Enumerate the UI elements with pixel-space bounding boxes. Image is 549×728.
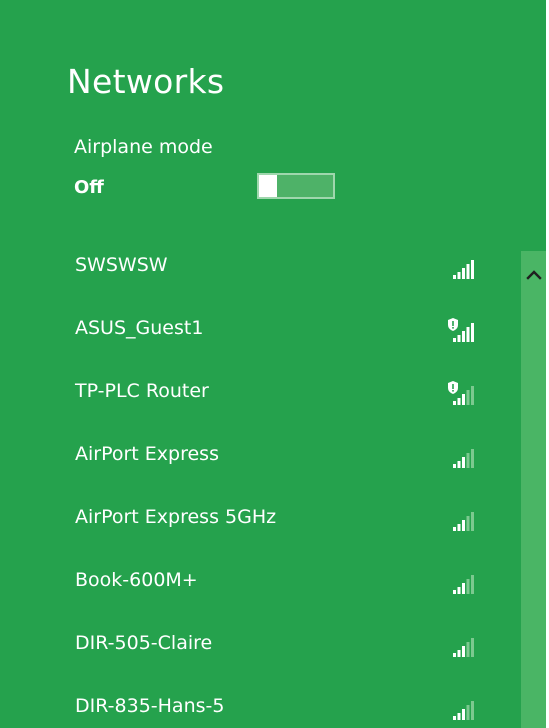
signal-bar [471, 701, 474, 720]
network-item-asus-guest1[interactable]: ASUS_Guest1 [0, 301, 520, 357]
signal-bar [457, 524, 461, 531]
signal-bar [466, 516, 470, 531]
signal-bar [462, 709, 465, 720]
signal-bar [457, 398, 461, 405]
wifi-signal-icon [453, 638, 474, 657]
chevron-up-icon [526, 270, 542, 280]
signal-bar [457, 335, 461, 342]
scrollbar[interactable] [521, 251, 546, 728]
toggle-thumb [259, 175, 277, 197]
wifi-signal-shield-icon [448, 381, 474, 405]
signal-bar [453, 464, 456, 468]
network-item-dir-505-claire[interactable]: DIR-505-Claire [0, 616, 520, 672]
signal-bar [457, 461, 461, 468]
signal-bar [462, 457, 465, 468]
signal-bar [466, 453, 470, 468]
signal-bar [462, 583, 465, 594]
wifi-signal-icon [453, 575, 474, 594]
network-item-dir-835-hans-5[interactable]: DIR-835-Hans-5 [0, 679, 520, 728]
signal-bar [471, 386, 474, 405]
signal-bar [466, 579, 470, 594]
signal-bar [453, 527, 456, 531]
signal-bar [453, 590, 456, 594]
network-name: Book-600M+ [75, 569, 198, 591]
signal-bar [466, 327, 470, 342]
signal-bar [453, 653, 456, 657]
page-title: Networks [67, 62, 225, 101]
signal-bar [457, 650, 461, 657]
signal-bar [466, 642, 470, 657]
airplane-mode-toggle[interactable] [257, 173, 335, 199]
signal-bar [462, 331, 465, 342]
network-name: ASUS_Guest1 [75, 317, 204, 339]
networks-panel: Networks Airplane mode Off SWSWSW ASUS_G… [0, 0, 549, 728]
signal-bar [471, 512, 474, 531]
wifi-signal-icon [453, 701, 474, 720]
signal-bar [453, 338, 456, 342]
wifi-signal-icon [453, 512, 474, 531]
network-item-airport-express-5ghz[interactable]: AirPort Express 5GHz [0, 490, 520, 546]
signal-bar [462, 268, 465, 279]
scroll-up-button[interactable] [521, 262, 546, 288]
signal-bar [466, 390, 470, 405]
airplane-mode-state: Off [74, 177, 104, 198]
network-name: SWSWSW [75, 254, 168, 276]
signal-bar [462, 394, 465, 405]
wifi-signal-icon [453, 449, 474, 468]
signal-bar [457, 587, 461, 594]
signal-bar [453, 716, 456, 720]
signal-bar [453, 401, 456, 405]
signal-bar [471, 575, 474, 594]
signal-bar [471, 638, 474, 657]
network-item-swswsw[interactable]: SWSWSW [0, 238, 520, 294]
signal-bar [466, 264, 470, 279]
network-name: AirPort Express 5GHz [75, 506, 277, 528]
signal-bar [457, 713, 461, 720]
network-item-book-600m[interactable]: Book-600M+ [0, 553, 520, 609]
signal-bar [457, 272, 461, 279]
wifi-signal-shield-icon [448, 318, 474, 342]
signal-bar [453, 275, 456, 279]
signal-bar [471, 323, 474, 342]
signal-bar [462, 646, 465, 657]
network-name: DIR-505-Claire [75, 632, 213, 654]
signal-bar [471, 260, 474, 279]
network-item-tp-plc-router[interactable]: TP-PLC Router [0, 364, 520, 420]
network-name: AirPort Express [75, 443, 219, 465]
airplane-mode-label: Airplane mode [74, 136, 213, 158]
network-item-airport-express[interactable]: AirPort Express [0, 427, 520, 483]
signal-bar [466, 705, 470, 720]
network-name: DIR-835-Hans-5 [75, 695, 225, 717]
network-name: TP-PLC Router [75, 380, 209, 402]
signal-bar [471, 449, 474, 468]
wifi-signal-icon [453, 260, 474, 279]
signal-bar [462, 520, 465, 531]
